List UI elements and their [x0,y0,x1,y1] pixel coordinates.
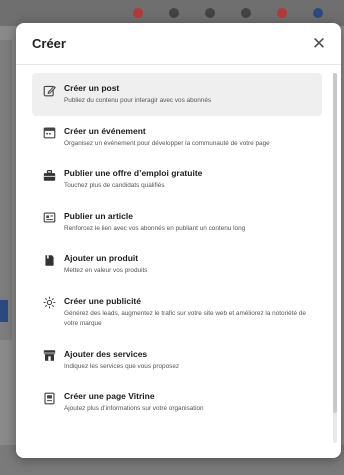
close-icon: ✕ [311,33,327,53]
pencil-square-icon [42,83,56,97]
option-description: Ajoutez plus d’informations sur votre or… [64,405,204,412]
option-add-services[interactable]: Ajouter des services Indiquez les servic… [32,339,322,382]
option-title: Publier une offre d’emploi gratuite [64,168,203,178]
storefront-icon [42,349,56,363]
bg-nav-icon-1 [120,2,156,24]
option-create-ad[interactable]: Créer une publicité Générez des leads, a… [32,286,322,339]
option-create-showcase-page[interactable]: Créer une page Vitrine Ajoutez plus d’in… [32,381,322,424]
bg-nav-icon-6 [300,2,336,24]
create-modal: Créer ✕ Créer un post Publiez du contenu… [16,23,341,458]
option-title: Créer un post [64,83,120,93]
background-left-accent [0,300,8,322]
option-description: Renforcez le lien avec vos abonnés en pu… [64,224,246,232]
product-box-icon [42,253,56,267]
option-title: Créer un événement [64,125,146,136]
sun-burst-icon [42,296,56,310]
article-icon [42,211,56,225]
option-create-event[interactable]: Créer un événement Organisez un événemen… [32,116,322,159]
options-list: Créer un post Publiez du contenu pour in… [16,65,341,458]
option-title: Ajouter un produit [64,253,139,263]
close-button[interactable]: ✕ [309,34,329,54]
calendar-icon [42,126,56,140]
option-description: Organisez un événement pour développer l… [64,139,270,147]
showcase-page-icon [42,391,56,405]
option-title: Ajouter des services [64,348,148,359]
option-title: Créer une page Vitrine [64,391,155,401]
bg-nav-icon-4 [228,2,264,24]
option-description: Générez des leads, augmentez le trafic s… [64,309,306,328]
modal-header: Créer ✕ [16,23,341,65]
option-title: Créer une publicité [64,295,141,306]
bg-nav-icon-5 [264,2,300,24]
bg-nav-icon-3 [192,2,228,24]
bg-nav-icon-2 [156,2,192,24]
option-description: Publiez du contenu pour interagir avec v… [64,97,212,104]
option-description: Mettez en valeur vos produits [64,267,148,274]
background-left-panel [0,40,12,340]
option-post-job[interactable]: Publier une offre d’emploi gratuite Touc… [32,158,322,201]
briefcase-icon [42,168,56,182]
option-description: Touchez plus de candidats qualifiés [64,182,165,189]
option-title: Publier un article [64,210,133,221]
option-description: Indiquez les services que vous proposez [64,362,180,370]
option-add-product[interactable]: Ajouter un produit Mettez en valeur vos … [32,243,322,286]
modal-title: Créer [32,36,66,51]
option-create-post[interactable]: Créer un post Publiez du contenu pour in… [32,73,322,116]
option-publish-article[interactable]: Publier un article Renforcez le lien ave… [32,201,322,244]
